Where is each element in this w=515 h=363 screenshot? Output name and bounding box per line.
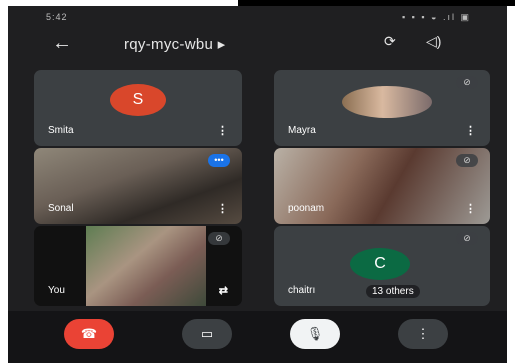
more-options-button[interactable]: ⋮ xyxy=(398,319,448,349)
participant-tile-poonam[interactable]: ⊘ poonam ⋮ xyxy=(274,148,490,224)
phone-hangup-icon: ☎ xyxy=(80,326,98,341)
mic-off-icon: ⊘ xyxy=(456,232,478,245)
mic-off-icon: ⊘ xyxy=(208,232,230,245)
status-time: 5:42 xyxy=(46,12,68,22)
self-video xyxy=(86,226,206,306)
end-call-button[interactable]: ☎ xyxy=(64,319,114,349)
avatar-chaitra: C xyxy=(350,248,410,280)
meet-call-screen: 5:42 ▪ ▪ ▪ ◒ .ıl ▣ ← rqy-myc-wbu ▸ ⟳ ◁) … xyxy=(8,6,507,363)
mic-off-icon: ⊘ xyxy=(456,154,478,167)
participant-tile-you[interactable]: ⊘ You ⇄ xyxy=(34,226,242,306)
participant-tile-mayra[interactable]: ⊘ Mayra ⋮ xyxy=(274,70,490,146)
more-options-icon[interactable]: ⋮ xyxy=(217,202,228,215)
participant-tile-others[interactable]: ⊘ C chaitrı 13 others xyxy=(274,226,490,306)
participant-name: Sonal xyxy=(48,203,74,214)
switch-camera-icon[interactable]: ⟳ xyxy=(384,33,396,50)
more-options-icon[interactable]: ⋮ xyxy=(465,202,476,215)
status-icons: ▪ ▪ ▪ ◒ .ıl ▣ xyxy=(401,12,471,22)
more-options-icon[interactable]: ⋮ xyxy=(465,124,476,137)
participant-name: chaitrı xyxy=(288,285,316,296)
others-count-badge: 13 others xyxy=(366,285,420,298)
back-arrow-icon[interactable]: ← xyxy=(52,32,72,55)
participant-name: You xyxy=(48,285,65,296)
mic-toggle-button[interactable]: 🎙 xyxy=(290,319,340,349)
speaker-icon[interactable]: ◁) xyxy=(426,33,441,50)
participant-name: Mayra xyxy=(288,125,316,136)
more-options-icon[interactable]: ⋮ xyxy=(217,124,228,137)
mic-off-icon: ⊘ xyxy=(456,76,478,89)
avatar-smita: S xyxy=(110,84,166,116)
participant-tile-smita[interactable]: S Smita ⋮ xyxy=(34,70,242,146)
participant-name: Smita xyxy=(48,125,74,136)
participant-tile-sonal[interactable]: ••• Sonal ⋮ xyxy=(34,148,242,224)
participant-name: poonam xyxy=(288,203,325,214)
speaking-indicator-icon: ••• xyxy=(208,154,230,167)
mic-off-icon: 🎙 xyxy=(306,326,324,341)
status-bar: 5:42 ▪ ▪ ▪ ◒ .ıl ▣ xyxy=(8,10,507,26)
switch-view-icon[interactable]: ⇄ xyxy=(219,284,228,297)
avatar-mayra-photo xyxy=(342,86,432,118)
meeting-code[interactable]: rqy-myc-wbu ▸ xyxy=(124,35,225,53)
camera-toggle-button[interactable]: ▭ xyxy=(182,319,232,349)
camera-off-icon: ▭ xyxy=(200,326,214,341)
call-controls-bar: ☎ ▭ 🎙 ⋮ xyxy=(8,311,507,363)
call-header: ← rqy-myc-wbu ▸ ⟳ ◁) xyxy=(8,28,507,62)
more-vert-icon: ⋮ xyxy=(416,326,430,341)
